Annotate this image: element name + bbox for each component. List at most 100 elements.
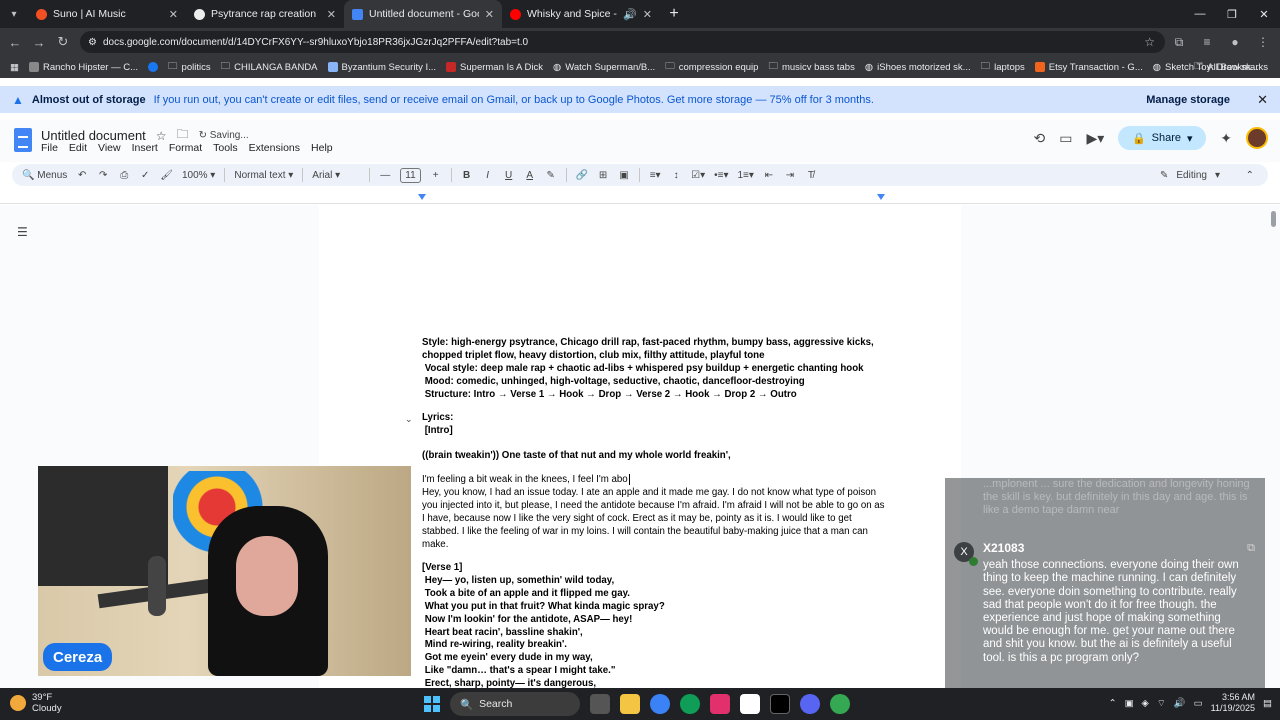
bookmark-item[interactable]: Superman Is A Dick <box>442 62 547 73</box>
print-icon[interactable]: ⎙ <box>118 170 130 181</box>
instagram-icon[interactable] <box>710 694 730 714</box>
font-select[interactable]: Arial ▾ <box>312 170 360 181</box>
bookmark-folder[interactable]: 🗀 musicv bass tabs <box>764 59 858 75</box>
new-tab-button[interactable]: + <box>660 0 688 28</box>
search-menus[interactable]: 🔍 Menus <box>22 170 67 181</box>
comment-icon[interactable]: ⊞ <box>597 170 609 181</box>
menu-extensions[interactable]: Extensions <box>249 142 300 154</box>
speaker-icon[interactable]: 🔊 <box>623 8 637 21</box>
tab-suno[interactable]: Suno | AI Music ✕ <box>28 0 186 28</box>
tray-app-icon[interactable]: ◈ <box>1142 698 1149 709</box>
bookmark-item[interactable]: ◍ iShoes motorized sk... <box>861 62 975 73</box>
zoom-select[interactable]: 100% ▾ <box>182 170 215 181</box>
extensions-icon[interactable]: ⧉ <box>1168 31 1190 53</box>
scrollbar[interactable] <box>1271 211 1276 227</box>
bookmark-item[interactable]: Byzantium Security I... <box>324 62 441 73</box>
profile-icon[interactable]: ● <box>1224 31 1246 53</box>
underline-icon[interactable]: U <box>503 170 515 181</box>
browser-menu-icon[interactable]: ⋮ <box>1252 31 1274 53</box>
taskbar-search[interactable]: 🔍 Search <box>450 692 580 716</box>
meet-icon[interactable]: ▶▾ <box>1086 130 1104 147</box>
paint-format-icon[interactable]: 🖌 <box>160 170 173 181</box>
maximize-icon[interactable]: ❐ <box>1216 0 1248 28</box>
copilot-icon[interactable] <box>650 694 670 714</box>
volume-icon[interactable]: 🔊 <box>1174 698 1186 709</box>
manage-storage-button[interactable]: Manage storage <box>1146 94 1230 106</box>
task-view-icon[interactable] <box>590 694 610 714</box>
reload-icon[interactable]: ↻ <box>51 30 75 54</box>
close-tab-icon[interactable]: ✕ <box>327 8 336 21</box>
decrease-font-icon[interactable]: — <box>379 170 391 181</box>
share-button[interactable]: 🔒 Share ▾ <box>1118 126 1207 150</box>
notifications-icon[interactable]: ▤ <box>1263 698 1272 709</box>
image-icon[interactable]: ▣ <box>618 170 630 181</box>
style-block[interactable]: Style: high-energy psytrance, Chicago dr… <box>422 337 887 402</box>
bookmark-item[interactable] <box>144 62 162 72</box>
forward-icon[interactable]: → <box>27 30 51 54</box>
gemini-icon[interactable]: ✦ <box>1220 130 1232 147</box>
text-color-icon[interactable]: A <box>524 170 536 181</box>
clear-formatting-icon[interactable]: T̸ <box>805 170 817 181</box>
avatar[interactable] <box>1246 127 1268 149</box>
network-icon[interactable]: ⌔ <box>1157 698 1166 709</box>
menu-view[interactable]: View <box>98 142 121 154</box>
spellcheck-icon[interactable]: ✓ <box>139 170 151 181</box>
close-tab-icon[interactable]: ✕ <box>643 8 652 21</box>
bullet-list-icon[interactable]: •≡▾ <box>714 170 728 181</box>
back-icon[interactable]: ← <box>3 30 27 54</box>
undo-icon[interactable]: ↶ <box>76 170 88 181</box>
align-icon[interactable]: ≡▾ <box>649 170 661 181</box>
address-bar[interactable]: ⚙ docs.google.com/document/d/14DYCrFX6YY… <box>80 31 1165 53</box>
menu-insert[interactable]: Insert <box>132 142 158 154</box>
document-title[interactable]: Untitled document <box>41 128 146 143</box>
intro-line[interactable]: ((brain tweakin')) One taste of that nut… <box>422 450 887 463</box>
battery-icon[interactable]: ▭ <box>1194 698 1203 709</box>
banner-message[interactable]: If you run out, you can't create or edit… <box>154 94 874 106</box>
all-bookmarks[interactable]: 🗀 All Bookmarks <box>1190 59 1272 75</box>
bookmark-folder[interactable]: 🗀 laptops <box>977 59 1029 75</box>
redo-icon[interactable]: ↷ <box>97 170 109 181</box>
bookmark-folder[interactable]: 🗀 CHILANGA BANDA <box>217 59 322 75</box>
close-tab-icon[interactable]: ✕ <box>485 8 494 21</box>
edge-icon[interactable] <box>680 694 700 714</box>
tab-psytrance[interactable]: Psytrance rap creation ✕ <box>186 0 344 28</box>
close-icon[interactable]: ✕ <box>1257 92 1268 108</box>
bookmark-folder[interactable]: 🗀 compression equip <box>661 59 762 75</box>
tray-chevron-icon[interactable]: ⌃ <box>1109 698 1117 709</box>
minimize-icon[interactable]: — <box>1184 0 1216 28</box>
tab-google-doc[interactable]: Untitled document - Google Do ✕ <box>344 0 502 28</box>
highlight-icon[interactable]: ✎ <box>545 170 557 181</box>
close-tab-icon[interactable]: ✕ <box>169 8 178 21</box>
bookmark-star-icon[interactable]: ☆ <box>1144 35 1155 49</box>
font-size-field[interactable]: 11 <box>400 167 421 183</box>
bookmark-folder[interactable]: 🗀 politics <box>164 59 215 75</box>
collapse-heading-icon[interactable]: ⌄ <box>405 414 413 425</box>
site-info-icon[interactable]: ⚙ <box>88 37 97 48</box>
decrease-indent-icon[interactable]: ⇤ <box>763 170 775 181</box>
numbered-list-icon[interactable]: 1≡▾ <box>737 170 753 181</box>
editing-mode-select[interactable]: ✎ Editing ▾ <box>1160 170 1220 181</box>
docs-logo-icon[interactable] <box>14 128 32 152</box>
increase-indent-icon[interactable]: ⇥ <box>784 170 796 181</box>
weather-widget[interactable]: 39°F Cloudy <box>10 692 62 714</box>
chrome-icon[interactable] <box>830 694 850 714</box>
tray-app-icon[interactable]: ▣ <box>1125 698 1134 709</box>
menu-file[interactable]: File <box>41 142 58 154</box>
windows-start-icon[interactable] <box>424 696 440 712</box>
lyrics-heading-block[interactable]: Lyrics: [Intro] <box>422 412 887 438</box>
close-window-icon[interactable]: ✕ <box>1248 0 1280 28</box>
menu-format[interactable]: Format <box>169 142 202 154</box>
left-indent-marker[interactable] <box>418 194 426 200</box>
verse-block[interactable]: [Verse 1] Hey— yo, listen up, somethin' … <box>422 562 887 688</box>
apps-grid-icon[interactable]: ▦ <box>6 62 23 73</box>
history-icon[interactable]: ⟲ <box>1034 130 1046 147</box>
typing-line[interactable]: I'm feeling a bit weak in the knees, I f… <box>422 474 887 487</box>
star-icon[interactable]: ☆ <box>156 129 167 143</box>
x-app-icon[interactable] <box>770 694 790 714</box>
right-indent-marker[interactable] <box>877 194 885 200</box>
clock[interactable]: 3:56 AM 11/19/2025 <box>1211 692 1255 714</box>
amazon-icon[interactable] <box>740 694 760 714</box>
menu-edit[interactable]: Edit <box>69 142 87 154</box>
tab-youtube[interactable]: Whisky and Spice - YouTub 🔊 ✕ <box>502 0 660 28</box>
link-icon[interactable]: 🔗 <box>576 170 588 181</box>
